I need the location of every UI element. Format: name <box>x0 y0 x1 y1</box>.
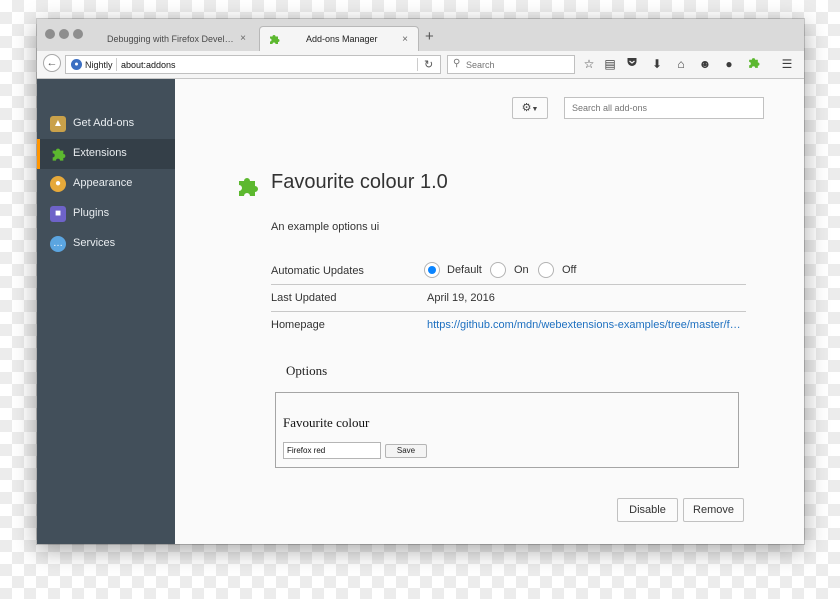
save-button[interactable]: Save <box>385 444 427 458</box>
row-divider <box>271 311 746 312</box>
palette-icon: ● <box>50 176 66 192</box>
chat-icon: … <box>50 236 66 252</box>
sidebar-item-label: Appearance <box>73 177 133 189</box>
search-bar[interactable]: ⚲ <box>447 55 575 74</box>
disable-button[interactable]: Disable <box>617 498 678 522</box>
paw-icon[interactable]: ● <box>721 56 737 72</box>
home-icon[interactable]: ⌂ <box>673 56 689 72</box>
title-bar: Debugging with Firefox Develop... × Add-… <box>37 19 804 51</box>
tools-menu-button[interactable]: ⚙▼ <box>512 97 548 119</box>
sidebar-item-label: Extensions <box>73 147 127 159</box>
row-divider <box>271 284 746 285</box>
last-updated-value: April 19, 2016 <box>427 292 495 304</box>
sidebar-item-appearance[interactable]: ● Appearance <box>37 169 175 199</box>
menu-icon[interactable]: ☰ <box>779 56 795 72</box>
plugin-icon: ■ <box>50 206 66 222</box>
options-legend: Options <box>283 363 331 379</box>
download-icon[interactable]: ⬇ <box>649 56 665 72</box>
addon-name: Favourite colour 1.0 <box>271 171 448 193</box>
url-divider <box>417 58 418 71</box>
globe-icon: ● <box>71 59 82 70</box>
sidebar: ▲ Get Add-ons Extensions ● Appearance ■ … <box>37 79 175 544</box>
update-off-radio[interactable] <box>538 262 554 278</box>
addon-search-field[interactable] <box>564 97 764 119</box>
homepage-link[interactable]: https://github.com/mdn/webextensions-exa… <box>427 319 742 331</box>
sidebar-item-get-addons[interactable]: ▲ Get Add-ons <box>37 109 175 139</box>
sidebar-item-plugins[interactable]: ■ Plugins <box>37 199 175 229</box>
update-on-radio[interactable] <box>490 262 506 278</box>
tab-addons-manager[interactable]: Add-ons Manager × <box>259 26 419 51</box>
sidebar-item-label: Plugins <box>73 207 110 219</box>
close-window-button[interactable] <box>45 29 55 39</box>
update-on-label[interactable]: On <box>514 264 529 276</box>
url-text: about:addons <box>121 60 176 70</box>
reading-list-icon[interactable]: ▤ <box>602 56 618 72</box>
puzzle-icon <box>270 35 280 44</box>
tab-debugging[interactable]: Debugging with Firefox Develop... × <box>99 26 256 51</box>
back-button[interactable]: ← <box>43 54 61 72</box>
addon-description: An example options ui <box>271 221 380 233</box>
pocket-icon[interactable] <box>624 56 640 72</box>
sidebar-item-extensions[interactable]: Extensions <box>37 139 175 169</box>
addon-detail-pane: ⚙▼ Favourite colour 1.0 An example optio… <box>175 79 804 544</box>
identity-label: Nightly <box>85 60 113 70</box>
close-tab-icon[interactable]: × <box>236 33 250 44</box>
tab-label: Add-ons Manager <box>306 34 378 44</box>
navigation-toolbar: ← ● Nightly about:addons ↻ ⚲ ☆ ▤ ⬇ ⌂ ☻ ●… <box>37 51 804 79</box>
puzzle-icon <box>50 146 66 162</box>
puzzle-icon <box>239 178 258 196</box>
close-tab-icon[interactable]: × <box>398 34 412 45</box>
minimize-window-button[interactable] <box>59 29 69 39</box>
search-icon: ⚲ <box>453 58 461 69</box>
update-off-label[interactable]: Off <box>562 264 576 276</box>
zoom-window-button[interactable] <box>73 29 83 39</box>
tab-label: Debugging with Firefox Develop... <box>107 33 236 44</box>
remove-button[interactable]: Remove <box>683 498 744 522</box>
new-tab-button[interactable]: + <box>425 29 434 45</box>
favourite-colour-label: Favourite colour <box>283 415 370 430</box>
get-addons-icon: ▲ <box>50 116 66 132</box>
puzzle-icon[interactable] <box>745 56 761 72</box>
emoji-icon[interactable]: ☻ <box>697 56 713 72</box>
last-updated-label: Last Updated <box>271 292 337 304</box>
sidebar-item-label: Services <box>73 237 116 249</box>
reload-icon[interactable]: ↻ <box>424 58 433 71</box>
update-default-label[interactable]: Default <box>447 264 482 276</box>
sidebar-item-services[interactable]: … Services <box>37 229 175 259</box>
addon-search-input[interactable] <box>572 102 752 114</box>
colour-field[interactable] <box>283 442 381 459</box>
homepage-label: Homepage <box>271 319 325 331</box>
gear-icon: ⚙ <box>521 102 532 114</box>
star-icon[interactable]: ☆ <box>581 56 597 72</box>
url-bar[interactable]: ● Nightly about:addons ↻ <box>65 55 441 74</box>
sidebar-item-label: Get Add-ons <box>73 117 135 129</box>
chevron-down-icon: ▼ <box>531 106 539 113</box>
automatic-updates-label: Automatic Updates <box>271 265 364 277</box>
search-input[interactable] <box>466 58 570 71</box>
url-separator <box>116 58 117 71</box>
update-default-radio[interactable] <box>424 262 440 278</box>
browser-window: Debugging with Firefox Develop... × Add-… <box>37 19 804 544</box>
